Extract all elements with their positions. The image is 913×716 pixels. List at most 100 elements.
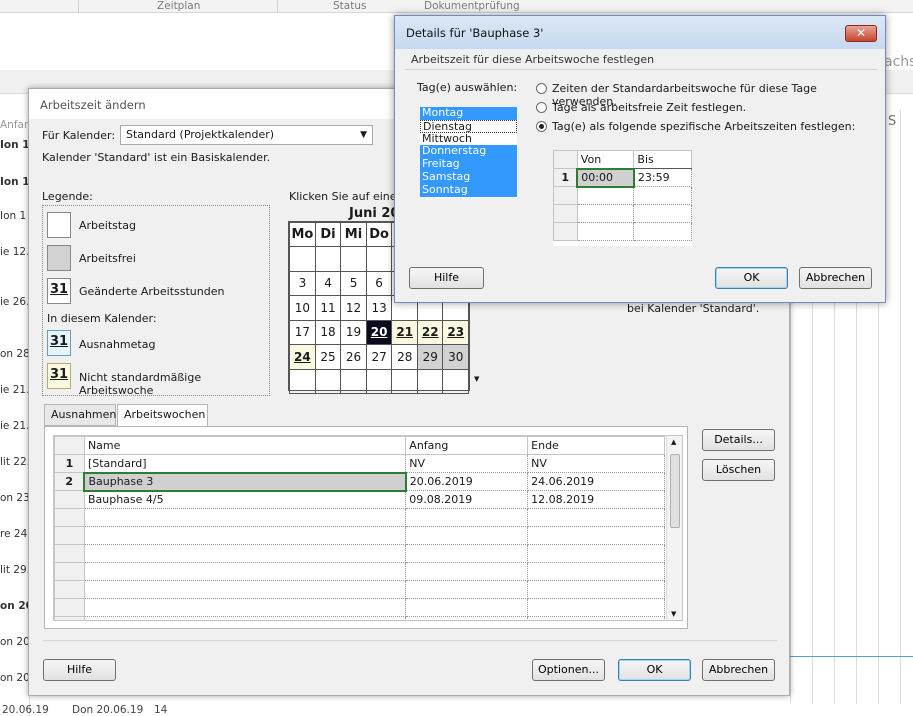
- ok-button[interactable]: OK: [618, 659, 691, 681]
- day-dienstag[interactable]: Dienstag: [420, 119, 517, 133]
- row-start[interactable]: 09.08.2019: [405, 490, 529, 509]
- grid-header-name[interactable]: Name: [83, 436, 407, 455]
- calendar-day[interactable]: 10: [289, 295, 316, 321]
- calendar-day[interactable]: 11: [314, 295, 342, 321]
- time-to-cell[interactable]: [633, 204, 692, 223]
- row-start[interactable]: 20.06.2019: [405, 472, 529, 491]
- row-end[interactable]: [527, 616, 665, 620]
- row-name[interactable]: [83, 598, 407, 617]
- calendar-day[interactable]: [391, 368, 418, 394]
- scroll-thumb[interactable]: [670, 454, 680, 528]
- row-end[interactable]: [527, 544, 665, 563]
- details-cancel-button[interactable]: Abbrechen: [799, 267, 872, 289]
- row-name[interactable]: [83, 508, 407, 527]
- details-button[interactable]: Details...: [702, 429, 775, 451]
- calendar-day[interactable]: [289, 246, 316, 272]
- time-to-cell[interactable]: 23:59: [633, 168, 692, 187]
- time-from-cell[interactable]: [576, 186, 635, 205]
- calendar-day[interactable]: 28: [391, 344, 418, 370]
- table-row[interactable]: [54, 562, 665, 581]
- table-row[interactable]: [54, 544, 665, 563]
- calendar-day[interactable]: [314, 368, 342, 394]
- calendar-day[interactable]: [314, 246, 342, 272]
- calendar-scroll-down-icon[interactable]: ▼: [474, 375, 479, 383]
- day-samstag[interactable]: Samstag: [420, 170, 517, 184]
- calendar-day[interactable]: 6: [365, 270, 393, 296]
- row-end[interactable]: 12.08.2019: [527, 490, 665, 509]
- time-row[interactable]: [553, 204, 692, 223]
- day-sonntag[interactable]: Sonntag: [420, 183, 517, 197]
- table-row[interactable]: [54, 508, 665, 527]
- table-row[interactable]: [54, 616, 665, 620]
- row-name[interactable]: [83, 580, 407, 599]
- tab-exceptions[interactable]: Ausnahmen: [44, 404, 116, 426]
- calendar-day[interactable]: 24: [289, 344, 316, 370]
- calendar-day[interactable]: 23: [442, 319, 469, 345]
- row-name[interactable]: [Standard]: [83, 454, 407, 473]
- time-row[interactable]: [553, 186, 692, 205]
- calendar-day[interactable]: [365, 368, 393, 394]
- row-end[interactable]: NV: [527, 454, 665, 473]
- row-start[interactable]: [405, 526, 529, 545]
- days-listbox[interactable]: Montag Dienstag Mittwoch Donnerstag Frei…: [420, 106, 517, 198]
- radio-nonworking-label[interactable]: Tage als arbeitsfreie Zeit festlegen.: [552, 101, 746, 114]
- row-end[interactable]: [527, 526, 665, 545]
- calendar-day[interactable]: [340, 368, 367, 394]
- table-row-selected[interactable]: 2 Bauphase 3 20.06.2019 24.06.2019: [54, 471, 665, 492]
- calendar-day[interactable]: [442, 368, 469, 394]
- time-from-cell[interactable]: [576, 204, 635, 223]
- radio-nonworking[interactable]: [536, 102, 547, 113]
- radio-standard-times[interactable]: [536, 83, 547, 94]
- table-row[interactable]: 1 [Standard] NV NV: [54, 454, 665, 473]
- row-start[interactable]: [405, 544, 529, 563]
- help-button[interactable]: Hilfe: [43, 659, 116, 681]
- row-name[interactable]: [83, 616, 407, 620]
- calendar-day[interactable]: 3: [289, 270, 316, 296]
- row-name[interactable]: Bauphase 4/5: [83, 490, 407, 509]
- row-start[interactable]: [405, 508, 529, 527]
- row-end[interactable]: 24.06.2019: [527, 472, 665, 491]
- calendar-day[interactable]: 12: [340, 295, 367, 321]
- calendar-day[interactable]: 18: [314, 319, 342, 345]
- bg-tab-dokumentpruefung[interactable]: Dokumentprüfung: [424, 0, 520, 12]
- row-start[interactable]: [405, 616, 529, 620]
- table-row[interactable]: [54, 526, 665, 545]
- details-help-button[interactable]: Hilfe: [409, 267, 484, 289]
- bg-tab-status[interactable]: Status: [333, 0, 366, 12]
- row-name[interactable]: [83, 544, 407, 563]
- calendar-day[interactable]: 5: [340, 270, 367, 296]
- calendar-day[interactable]: 4: [314, 270, 342, 296]
- cancel-button[interactable]: Abbrechen: [702, 659, 775, 681]
- calendar-day[interactable]: 21: [391, 319, 418, 345]
- row-name[interactable]: [83, 562, 407, 581]
- table-row[interactable]: [54, 580, 665, 599]
- calendar-day[interactable]: [289, 368, 316, 394]
- time-to-cell[interactable]: [633, 222, 692, 241]
- time-to-cell[interactable]: [633, 186, 692, 205]
- day-montag[interactable]: Montag: [420, 106, 517, 120]
- time-from-cell[interactable]: 00:00: [576, 167, 635, 188]
- row-start[interactable]: NV: [405, 454, 529, 473]
- calendar-day[interactable]: 29: [416, 344, 444, 370]
- calendar-day[interactable]: [365, 246, 393, 272]
- calendar-select[interactable]: Standard (Projektkalender) ▼: [120, 125, 373, 145]
- radio-specific-times-label[interactable]: Tag(e) als folgende spezifische Arbeitsz…: [552, 120, 855, 133]
- row-name[interactable]: [83, 526, 407, 545]
- calendar-day[interactable]: 25: [314, 344, 342, 370]
- table-row[interactable]: Bauphase 4/5 09.08.2019 12.08.2019: [54, 490, 665, 509]
- row-end[interactable]: [527, 508, 665, 527]
- row-end[interactable]: [527, 562, 665, 581]
- details-ok-button[interactable]: OK: [715, 267, 788, 289]
- row-end[interactable]: [527, 598, 665, 617]
- calendar-day[interactable]: 13: [365, 295, 393, 321]
- calendar-day-selected[interactable]: 20: [365, 319, 393, 345]
- row-name[interactable]: Bauphase 3: [83, 471, 407, 492]
- row-start[interactable]: [405, 598, 529, 617]
- calendar-day[interactable]: [416, 368, 444, 394]
- scroll-up-icon[interactable]: ▲: [671, 438, 676, 446]
- grid-scrollbar[interactable]: ▲ ▼: [666, 436, 682, 620]
- calendar-day[interactable]: 22: [416, 319, 444, 345]
- grid-header-start[interactable]: Anfang: [405, 436, 529, 455]
- time-row[interactable]: [553, 222, 692, 241]
- time-row[interactable]: 1 00:00 23:59: [553, 167, 692, 188]
